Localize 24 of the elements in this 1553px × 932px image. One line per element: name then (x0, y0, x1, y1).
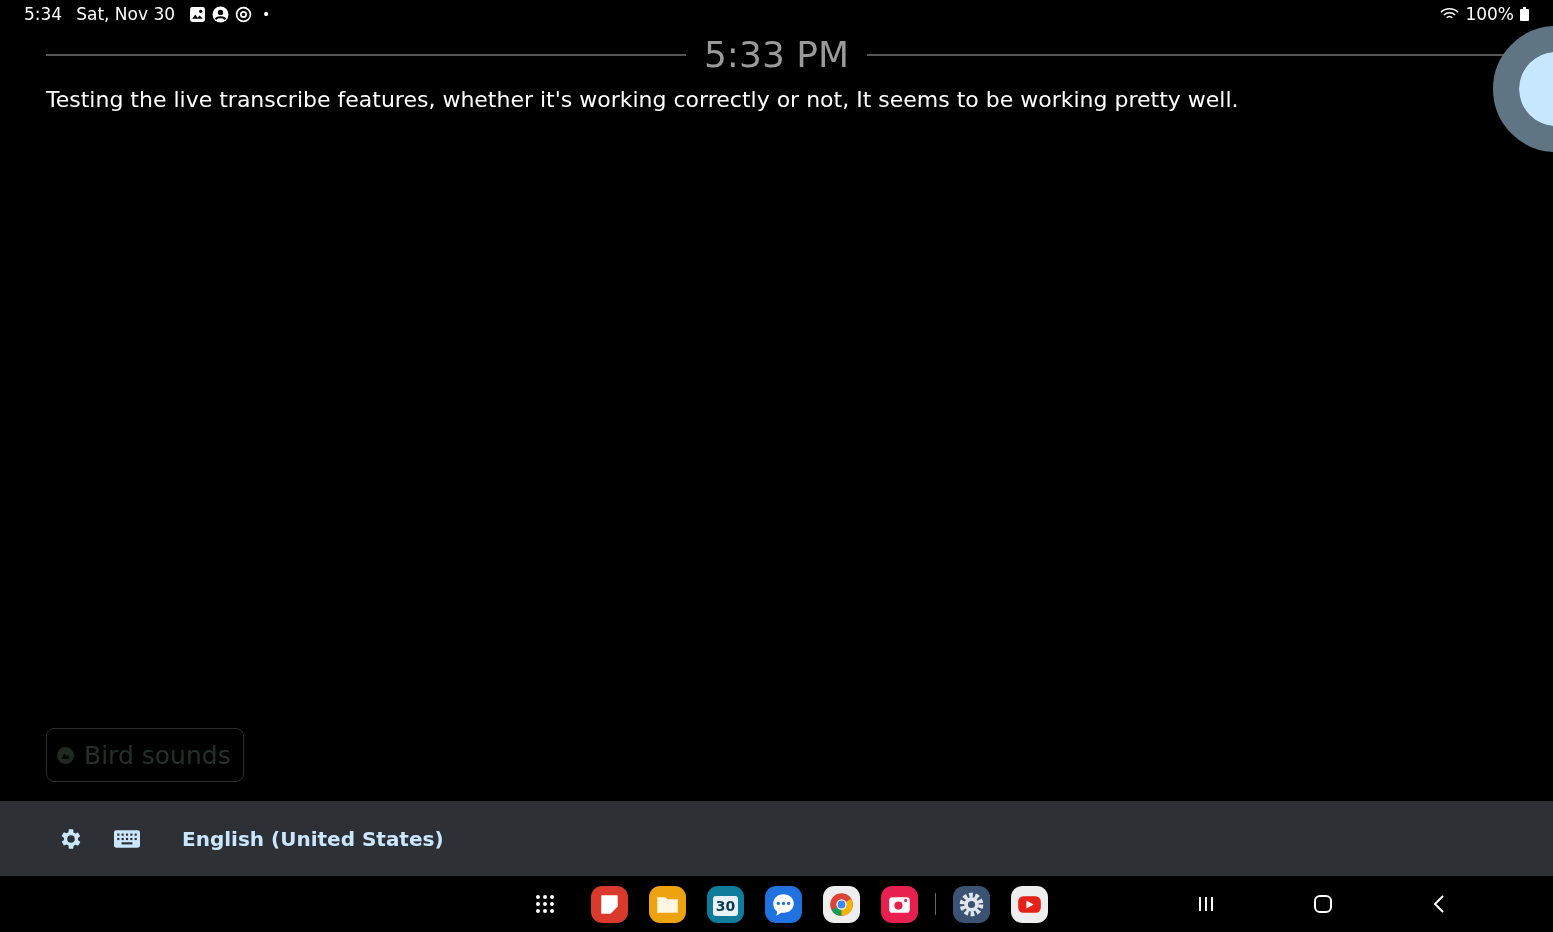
battery-icon (1520, 7, 1529, 21)
account-icon (212, 5, 230, 23)
calendar-app-icon[interactable]: 30 (707, 885, 744, 923)
transcript-text: Testing the live transcribe features, whether it's working correctly or not, It seems to be working pretty well. (46, 86, 1240, 114)
app-drawer-icon[interactable] (535, 894, 555, 914)
camera-app-icon[interactable] (881, 885, 918, 923)
language-button[interactable]: English (United States) (170, 826, 444, 851)
keyboard-button[interactable] (114, 829, 140, 848)
notes-app-icon[interactable] (591, 885, 628, 923)
recents-button[interactable] (1196, 894, 1216, 914)
gallery-icon (189, 5, 207, 23)
video-app-icon[interactable] (1011, 885, 1048, 923)
sync-icon (235, 5, 253, 23)
notification-dot: • (262, 6, 271, 22)
home-button[interactable] (1313, 894, 1333, 914)
timestamp: 5:33 PM (703, 34, 850, 75)
settings-app-icon[interactable] (953, 885, 990, 923)
browser-app-icon[interactable] (823, 885, 860, 923)
folder-app-icon[interactable] (649, 885, 686, 923)
chat-bubble-app-icon[interactable] (765, 885, 802, 923)
status-time: 5:34 (24, 4, 63, 24)
status-date: Sat, Nov 30 (76, 4, 176, 24)
battery-percent: 100% (1465, 4, 1514, 24)
wifi-icon (1440, 7, 1460, 21)
